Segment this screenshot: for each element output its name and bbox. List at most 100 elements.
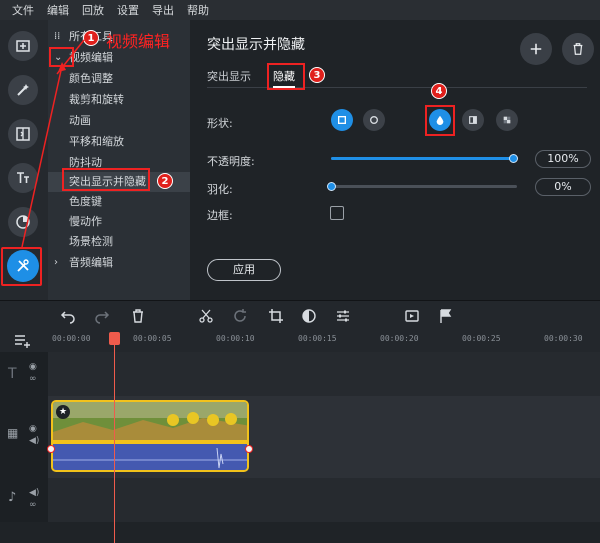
cat-crop-rotate[interactable]: 裁剪和旋转	[48, 90, 190, 110]
shape-square-icon[interactable]	[331, 109, 353, 131]
tick-label: 00:00:15	[298, 334, 337, 343]
menu-playback[interactable]: 回放	[82, 2, 104, 18]
menu-settings[interactable]: 设置	[117, 2, 139, 18]
opacity-slider-knob[interactable]	[508, 154, 518, 163]
menu-file[interactable]: 文件	[12, 2, 34, 18]
cat-pan-zoom[interactable]: 平移和缩放	[48, 132, 190, 152]
text-track-icon: T	[8, 366, 17, 382]
text-track-header: T ◉ ∞	[0, 352, 48, 396]
import-icon[interactable]	[8, 31, 38, 61]
color-adjust-icon[interactable]	[301, 308, 317, 324]
chevron-right-icon: ›	[54, 257, 58, 268]
cat-label: 音频编辑	[69, 256, 113, 269]
cat-color-adjust[interactable]: 颜色调整	[48, 69, 190, 89]
menu-export[interactable]: 导出	[152, 2, 174, 18]
grid-icon: ⁞⁞	[54, 31, 61, 42]
opacity-slider-fill	[331, 157, 513, 160]
callout-3: 3	[309, 67, 325, 83]
rotate-icon[interactable]	[232, 308, 248, 324]
eye-icon[interactable]: ◉	[29, 424, 37, 434]
playhead-handle[interactable]	[109, 332, 120, 345]
opacity-value[interactable]: 100%	[535, 150, 591, 168]
cat-label: 裁剪和旋转	[69, 93, 124, 106]
callout-1: 1	[83, 30, 99, 46]
border-label: 边框:	[207, 209, 233, 222]
cat-chroma-key[interactable]: 色度键	[48, 192, 190, 212]
redo-icon[interactable]	[94, 308, 110, 324]
chevron-highlight-box	[49, 47, 74, 67]
undo-icon[interactable]	[60, 308, 76, 324]
star-icon[interactable]: ★	[56, 405, 70, 419]
marker-flag-icon[interactable]	[438, 308, 454, 324]
text-track: T ◉ ∞	[0, 352, 600, 396]
tools-highlight-box	[1, 247, 42, 286]
add-icon[interactable]	[520, 33, 552, 65]
shape-circle-icon[interactable]	[363, 109, 385, 131]
settings-sliders-icon[interactable]	[335, 308, 351, 324]
opacity-slider[interactable]	[331, 154, 518, 163]
text-icon[interactable]	[8, 163, 38, 193]
insert-clip-icon[interactable]	[404, 308, 420, 324]
audio-track: ♪ ◀) ∞	[0, 478, 600, 522]
sticker-icon[interactable]	[8, 207, 38, 237]
cat-label: 视频编辑	[69, 51, 113, 64]
speaker-icon[interactable]: ◀)	[29, 488, 39, 498]
cat-label: 场景检测	[69, 235, 113, 248]
video-track-header: ▦ ◉ ◀)	[0, 396, 48, 478]
feather-slider[interactable]	[326, 182, 517, 191]
clip-right-handle[interactable]	[245, 445, 253, 453]
page-title: 突出显示并隐藏	[207, 37, 305, 53]
tick-label: 00:00:30	[544, 334, 583, 343]
feather-slider-knob[interactable]	[326, 182, 336, 191]
cat-label: 平移和缩放	[69, 135, 124, 148]
clip-thumbnail	[53, 402, 247, 470]
cat-label: 色度键	[69, 195, 102, 208]
cat-animation[interactable]: 动画	[48, 111, 190, 131]
menu-help[interactable]: 帮助	[187, 2, 209, 18]
cat-scene-detect[interactable]: 场景检测	[48, 232, 190, 252]
menu-edit[interactable]: 编辑	[47, 2, 69, 18]
callout-2: 2	[157, 173, 173, 189]
menu-bar: 文件 编辑 回放 设置 导出 帮助	[0, 0, 600, 20]
apply-button[interactable]: 应用	[207, 259, 281, 281]
tick-label: 00:00:25	[462, 334, 501, 343]
timeline-ruler[interactable]: 00:00:00 00:00:05 00:00:10 00:00:15 00:0…	[0, 330, 600, 352]
eye-icon[interactable]: ◉	[29, 362, 37, 372]
crop-icon[interactable]	[268, 308, 284, 324]
highlight-hide-box	[62, 168, 150, 191]
callout-video-edit-text: 视频编辑	[106, 32, 171, 51]
border-checkbox[interactable]	[330, 206, 344, 220]
link-icon[interactable]: ∞	[29, 374, 37, 384]
transition-icon[interactable]	[8, 119, 38, 149]
speaker-icon[interactable]: ◀)	[29, 436, 39, 446]
cat-label: 慢动作	[69, 215, 102, 228]
cat-audio-edit[interactable]: › 音频编辑	[48, 253, 190, 273]
link-icon[interactable]: ∞	[29, 500, 37, 510]
blur-drop-icon[interactable]	[429, 109, 451, 131]
film-icon: ▦	[7, 426, 19, 440]
playhead-line	[114, 340, 115, 543]
magic-wand-icon[interactable]	[8, 75, 38, 105]
text-track-body[interactable]	[48, 352, 600, 396]
tab-highlight[interactable]: 突出显示	[207, 68, 251, 84]
fill-half-icon[interactable]	[462, 109, 484, 131]
music-note-icon: ♪	[8, 490, 17, 505]
cat-label: 动画	[69, 114, 91, 127]
delete-icon[interactable]	[562, 33, 594, 65]
scissors-icon[interactable]	[198, 308, 214, 324]
audio-track-header: ♪ ◀) ∞	[0, 478, 48, 522]
cat-slow-motion[interactable]: 慢动作	[48, 212, 190, 232]
video-clip[interactable]: ★	[51, 400, 249, 472]
cat-label: 颜色调整	[69, 72, 113, 85]
highlight-hide-panel: 突出显示并隐藏 突出显示 隐藏 3 形状: 4 不透明度: 100% 羽化: 0…	[191, 20, 600, 300]
audio-track-body[interactable]	[48, 478, 600, 522]
add-track-icon[interactable]	[14, 333, 32, 349]
pixelate-icon[interactable]	[496, 109, 518, 131]
tick-label: 00:00:10	[216, 334, 255, 343]
tick-label: 00:00:00	[52, 334, 91, 343]
trash-icon[interactable]	[130, 308, 146, 324]
feather-label: 羽化:	[207, 183, 233, 196]
clip-left-handle[interactable]	[47, 445, 55, 453]
hide-tab-box	[267, 63, 305, 90]
feather-value[interactable]: 0%	[535, 178, 591, 196]
